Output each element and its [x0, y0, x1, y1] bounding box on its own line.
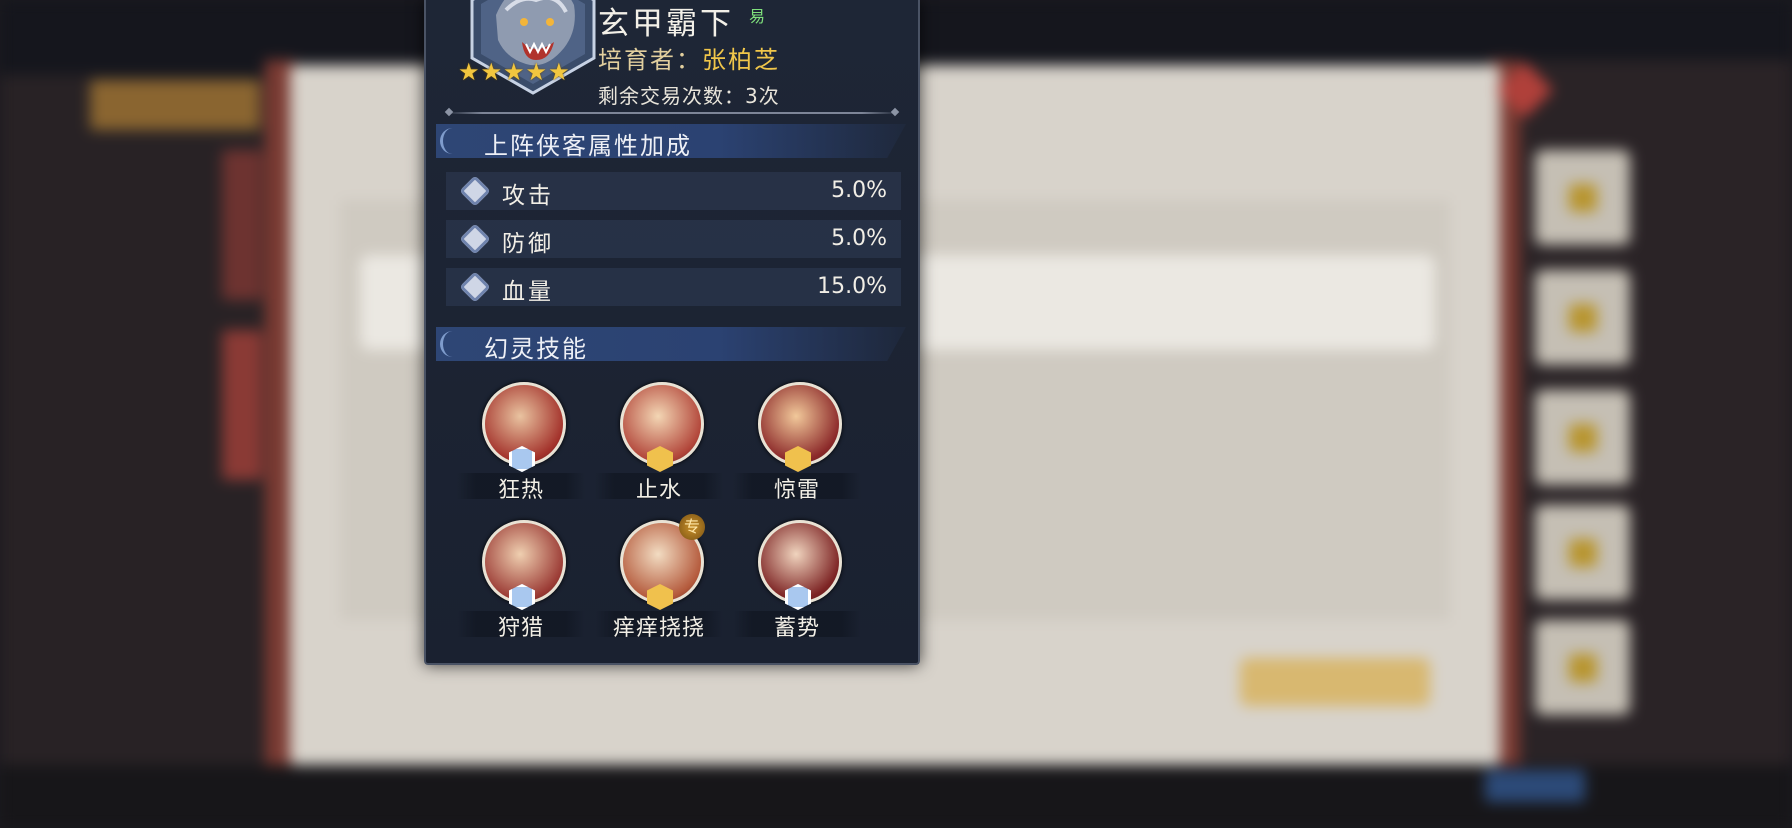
skill-name: 惊雷 — [773, 478, 820, 503]
stat-value: 5.0% — [831, 178, 887, 203]
skill-name: 蓄势 — [773, 616, 820, 641]
star-icon: ★ — [480, 58, 503, 86]
stat-name: 血量 — [502, 279, 554, 305]
background-tab — [222, 150, 262, 300]
heart-icon — [459, 271, 491, 303]
skill-name: 止水 — [635, 478, 682, 503]
skill-item[interactable]: 狂热 — [457, 382, 585, 512]
pet-info-tooltip: ★ ★ ★ ★ ★ 玄甲霸下 易 培育者：张柏芝 剩余交易次数：3次 上阵侠客属… — [424, 0, 920, 665]
background-slot — [1535, 150, 1630, 245]
stat-name: 防御 — [502, 231, 554, 257]
stat-row-defense: 防御 5.0% — [446, 220, 901, 258]
stat-row-attack: 攻击 5.0% — [446, 172, 901, 210]
skill-name: 痒痒挠挠 — [612, 616, 705, 641]
background-gold-button — [1240, 658, 1430, 706]
skill-item[interactable]: 专痒痒挠挠 — [595, 514, 723, 650]
background-slot — [1535, 270, 1630, 365]
skill-name: 狩猎 — [497, 616, 544, 641]
pet-star-rating: ★ ★ ★ ★ ★ — [458, 60, 570, 84]
stat-name: 攻击 — [502, 183, 554, 209]
background-slot — [1535, 620, 1630, 715]
breeder-label: 培育者： — [598, 46, 702, 74]
skill-item[interactable]: 狩猎 — [457, 520, 585, 650]
background-orange-block — [90, 80, 260, 130]
tradable-badge: 易 — [748, 7, 765, 26]
swirl-ornament-icon — [440, 331, 465, 357]
background-tab — [222, 330, 262, 480]
skill-section-title: 幻灵技能 — [484, 335, 588, 363]
shield-icon — [459, 223, 491, 255]
star-icon: ★ — [525, 58, 548, 86]
skill-item[interactable]: 惊雷 — [733, 382, 861, 512]
breeder-line: 培育者：张柏芝 — [598, 40, 780, 75]
skill-name: 狂热 — [497, 478, 544, 503]
skill-item[interactable]: 止水 — [595, 382, 723, 512]
breeder-name: 张柏芝 — [702, 46, 780, 74]
exclusive-tag: 专 — [679, 514, 705, 540]
pet-name: 玄甲霸下 — [598, 6, 734, 42]
star-icon: ★ — [503, 58, 525, 86]
stat-value: 5.0% — [831, 226, 887, 251]
swirl-ornament-icon — [440, 128, 465, 154]
remaining-trades: 剩余交易次数：3次 — [598, 84, 780, 108]
stat-value: 15.0% — [817, 274, 887, 299]
attack-icon — [459, 175, 491, 207]
skill-section-header: 幻灵技能 — [436, 327, 906, 361]
background-slot — [1535, 505, 1630, 600]
star-icon: ★ — [548, 58, 570, 86]
skill-item[interactable]: 蓄势 — [733, 520, 861, 650]
divider — [446, 112, 898, 114]
background-slot — [1535, 390, 1630, 485]
star-icon: ★ — [458, 58, 480, 86]
background-blue-button — [1485, 770, 1585, 802]
bonus-section-header: 上阵侠客属性加成 — [436, 124, 906, 158]
bonus-section-title: 上阵侠客属性加成 — [484, 132, 692, 160]
stat-row-hp: 血量 15.0% — [446, 268, 901, 306]
